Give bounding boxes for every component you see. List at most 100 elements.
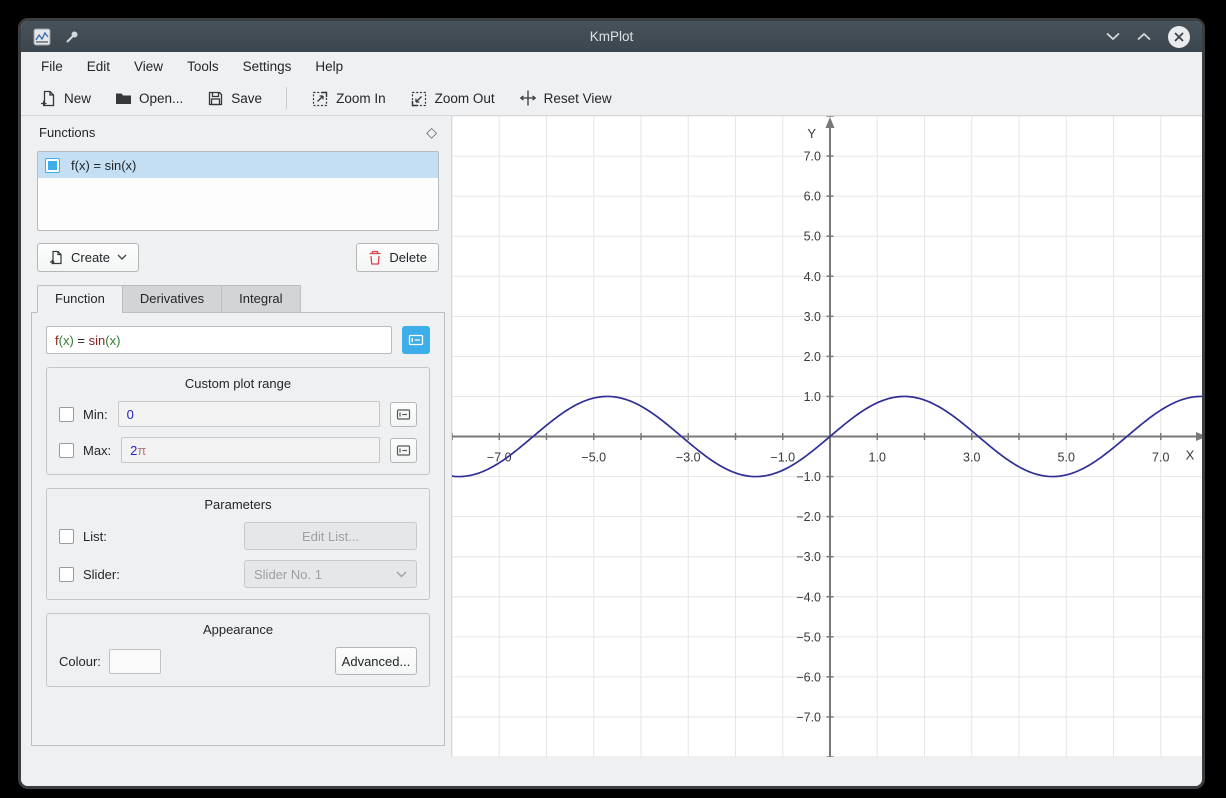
function-tab-content: f(x) = sin(x) Custom plot range Min: 0 — [31, 312, 445, 746]
toolbar-separator — [286, 87, 287, 109]
equation-input[interactable]: f(x) = sin(x) — [46, 326, 392, 354]
menu-edit[interactable]: Edit — [75, 52, 122, 81]
min-editor-button[interactable] — [390, 402, 417, 427]
advanced-button[interactable]: Advanced... — [335, 647, 417, 675]
zoom-in-button[interactable]: Zoom In — [302, 84, 395, 112]
menu-file[interactable]: File — [29, 52, 75, 81]
svg-text:1.0: 1.0 — [869, 451, 886, 465]
min-input[interactable]: 0 — [118, 401, 380, 427]
trash-icon — [368, 250, 382, 265]
colour-swatch-button[interactable] — [109, 649, 161, 674]
menu-tools[interactable]: Tools — [175, 52, 231, 81]
menu-help[interactable]: Help — [303, 52, 355, 81]
maximize-button[interactable] — [1137, 32, 1151, 41]
reset-view-icon — [519, 89, 537, 107]
menu-view[interactable]: View — [122, 52, 175, 81]
pin-icon[interactable] — [64, 29, 80, 45]
function-visible-checkbox[interactable] — [45, 158, 60, 173]
save-floppy-icon — [207, 90, 224, 107]
new-document-icon — [40, 90, 57, 107]
list-label: List: — [83, 529, 107, 544]
dock-title: Functions — [39, 125, 95, 140]
tab-function[interactable]: Function — [37, 285, 123, 313]
text-field-icon — [408, 333, 424, 347]
svg-text:−1.0: −1.0 — [796, 470, 821, 484]
svg-text:−7.0: −7.0 — [796, 710, 821, 724]
window-title: KmPlot — [21, 29, 1202, 44]
svg-text:1.0: 1.0 — [804, 390, 821, 404]
svg-text:3.0: 3.0 — [804, 310, 821, 324]
equation-text: f(x) = sin(x) — [55, 333, 120, 348]
svg-text:−3.0: −3.0 — [796, 550, 821, 564]
slider-checkbox[interactable] — [59, 567, 74, 582]
title-bar[interactable]: KmPlot — [21, 21, 1202, 52]
appearance-group: Appearance Colour: Advanced... — [46, 613, 430, 687]
list-checkbox[interactable] — [59, 529, 74, 544]
kmplot-window: KmPlot File Edit View Tools Setting — [18, 18, 1205, 789]
menu-settings[interactable]: Settings — [231, 52, 304, 81]
svg-text:5.0: 5.0 — [804, 230, 821, 244]
text-field-icon — [396, 444, 411, 457]
svg-text:−4.0: −4.0 — [796, 590, 821, 604]
svg-text:5.0: 5.0 — [1058, 451, 1075, 465]
new-button[interactable]: New — [31, 84, 100, 112]
equation-editor-button[interactable] — [402, 326, 430, 354]
tab-derivatives[interactable]: Derivatives — [122, 285, 222, 313]
svg-text:−3.0: −3.0 — [676, 451, 701, 465]
zoom-out-button[interactable]: Zoom Out — [401, 84, 504, 112]
editor-tabbar: Function Derivatives Integral — [37, 285, 451, 313]
svg-text:Y: Y — [807, 126, 816, 141]
functions-dock: Functions ◇ f(x) = sin(x) Create Delete — [25, 118, 451, 748]
open-button[interactable]: Open... — [106, 84, 192, 112]
zoom-out-icon — [410, 89, 428, 107]
minimize-button[interactable] — [1106, 32, 1120, 41]
status-bar — [21, 757, 1202, 786]
dock-header: Functions ◇ — [25, 118, 451, 146]
svg-text:−6.0: −6.0 — [796, 670, 821, 684]
chevron-down-icon — [117, 254, 127, 261]
svg-text:6.0: 6.0 — [804, 190, 821, 204]
reset-view-button[interactable]: Reset View — [510, 84, 621, 112]
svg-text:−5.0: −5.0 — [581, 451, 606, 465]
toolbar: New Open... Save Zoom In Zoom Out Reset … — [21, 81, 1202, 116]
svg-text:2.0: 2.0 — [804, 350, 821, 364]
svg-text:4.0: 4.0 — [804, 270, 821, 284]
svg-text:7.0: 7.0 — [804, 150, 821, 164]
svg-text:−1.0: −1.0 — [770, 451, 795, 465]
max-label: Max: — [83, 443, 111, 458]
max-checkbox[interactable] — [59, 443, 74, 458]
colour-label: Colour: — [59, 654, 101, 669]
chevron-down-icon — [396, 571, 407, 578]
plot-canvas[interactable]: −7.0 −5.0 −3.0 −1.0 1.0 3.0 5.0 7.0 7.0 6.0 5.0 4.0… — [452, 116, 1205, 757]
custom-plot-range-group: Custom plot range Min: 0 Max: 2π — [46, 367, 430, 475]
svg-text:3.0: 3.0 — [963, 451, 980, 465]
parameters-title: Parameters — [59, 497, 417, 512]
main-area: Functions ◇ f(x) = sin(x) Create Delete — [21, 116, 1202, 786]
dock-float-icon[interactable]: ◇ — [426, 124, 437, 141]
save-button[interactable]: Save — [198, 84, 271, 112]
menu-bar: File Edit View Tools Settings Help — [21, 52, 1202, 81]
plot-view[interactable]: −7.0 −5.0 −3.0 −1.0 1.0 3.0 5.0 7.0 7.0 6.0 5.0 4.0… — [451, 116, 1205, 757]
slider-select[interactable]: Slider No. 1 — [244, 560, 417, 588]
svg-text:−5.0: −5.0 — [796, 630, 821, 644]
appearance-title: Appearance — [59, 622, 417, 637]
text-field-icon — [396, 408, 411, 421]
function-list-item[interactable]: f(x) = sin(x) — [38, 152, 438, 178]
create-document-icon — [49, 250, 64, 265]
app-icon — [33, 28, 51, 46]
close-button[interactable] — [1168, 26, 1190, 48]
tab-integral[interactable]: Integral — [221, 285, 300, 313]
svg-text:7.0: 7.0 — [1152, 451, 1169, 465]
max-editor-button[interactable] — [390, 438, 417, 463]
zoom-in-icon — [311, 89, 329, 107]
edit-list-button[interactable]: Edit List... — [244, 522, 417, 550]
svg-text:−2.0: −2.0 — [796, 510, 821, 524]
create-button[interactable]: Create — [37, 243, 139, 272]
delete-button[interactable]: Delete — [356, 243, 439, 272]
svg-text:X: X — [1186, 448, 1195, 463]
max-input[interactable]: 2π — [121, 437, 380, 463]
min-checkbox[interactable] — [59, 407, 74, 422]
function-list[interactable]: f(x) = sin(x) — [37, 151, 439, 231]
parameters-group: Parameters List: Edit List... Slider: Sl… — [46, 488, 430, 600]
min-label: Min: — [83, 407, 108, 422]
